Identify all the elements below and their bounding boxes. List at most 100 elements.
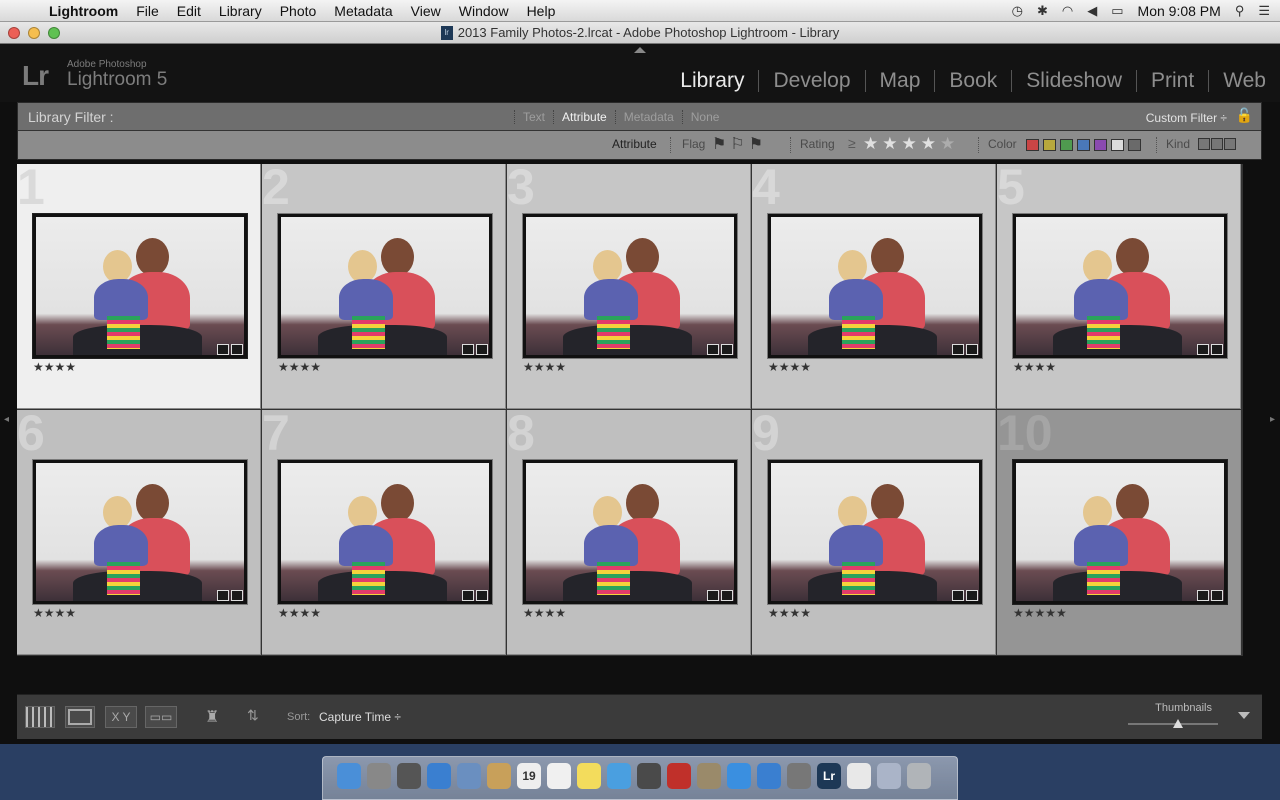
finder-icon[interactable] [337,763,361,789]
develop-adjustments-badge-icon[interactable] [476,590,488,601]
flag-unflagged-icon[interactable]: ⚐ [730,134,744,154]
develop-adjustments-badge-icon[interactable] [476,344,488,355]
rating-star-2[interactable]: ★ [882,134,897,154]
close-window-button[interactable] [8,27,20,39]
menu-metadata[interactable]: Metadata [325,3,401,19]
color-swatch-3[interactable] [1060,139,1073,151]
itunes-icon[interactable] [727,763,751,789]
color-swatch-1[interactable] [1026,139,1039,151]
grid-cell[interactable]: 10 ★★★★★ [997,410,1241,655]
app-store-icon[interactable] [757,763,781,789]
filter-tab-none[interactable]: None [681,110,728,124]
grid-cell[interactable]: 3 ★★★★ [507,164,751,409]
system-preferences-icon[interactable] [787,763,811,789]
photo-thumbnail[interactable] [767,213,983,359]
menu-file[interactable]: File [127,3,168,19]
survey-view-button[interactable]: ▭▭ [145,706,177,728]
grid-cell[interactable]: 2 ★★★★ [262,164,506,409]
grid-cell[interactable]: 1 ★★★★ [17,164,261,409]
develop-adjustments-badge-icon[interactable] [966,344,978,355]
develop-adjustments-badge-icon[interactable] [231,590,243,601]
rating-operator[interactable]: ≥ [848,135,856,151]
rating-star-4[interactable]: ★ [921,134,936,154]
develop-adjustments-badge-icon[interactable] [721,344,733,355]
loupe-view-button[interactable] [65,706,95,728]
notes-icon[interactable] [577,763,601,789]
menubar-clock[interactable]: Mon 9:08 PM [1138,3,1221,19]
menu-view[interactable]: View [402,3,450,19]
wifi-icon[interactable]: ◠ [1062,3,1073,19]
develop-adjustments-badge-icon[interactable] [231,344,243,355]
filter-tab-text[interactable]: Text [514,110,553,124]
develop-adjustments-badge-icon[interactable] [966,590,978,601]
crop-badge-icon[interactable] [1197,344,1209,355]
star-rating[interactable]: ★★★★ [523,606,566,620]
dashboard-icon[interactable] [397,763,421,789]
document-icon[interactable] [847,763,871,789]
toolbar-menu-icon[interactable] [1238,712,1250,719]
photo-thumbnail[interactable] [32,459,248,605]
right-panel-toggle-icon[interactable]: ▸ [1270,414,1275,425]
downloads-icon[interactable] [877,763,901,789]
star-rating[interactable]: ★★★★★ [1013,606,1067,620]
develop-adjustments-badge-icon[interactable] [1211,344,1223,355]
menu-help[interactable]: Help [518,3,565,19]
reminders-icon[interactable] [547,763,571,789]
crop-badge-icon[interactable] [462,344,474,355]
photo-thumbnail[interactable] [277,459,493,605]
grid-cell[interactable]: 8 ★★★★ [507,410,751,655]
volume-icon[interactable]: ◀ [1087,3,1097,19]
star-rating[interactable]: ★★★★ [768,360,811,374]
mail-icon[interactable] [457,763,481,789]
photo-thumbnail[interactable] [1012,213,1228,359]
lightroom-icon[interactable]: Lr [817,763,841,789]
develop-adjustments-badge-icon[interactable] [721,590,733,601]
star-rating[interactable]: ★★★★ [1013,360,1056,374]
grid-view-button[interactable] [25,706,55,728]
crop-badge-icon[interactable] [707,344,719,355]
module-slideshow[interactable]: Slideshow [1011,70,1136,92]
crop-badge-icon[interactable] [462,590,474,601]
photo-thumbnail[interactable] [1012,459,1228,605]
star-rating[interactable]: ★★★★ [33,360,76,374]
star-rating[interactable]: ★★★★ [278,606,321,620]
minimize-window-button[interactable] [28,27,40,39]
grid-cell[interactable]: 7 ★★★★ [262,410,506,655]
module-library[interactable]: Library [666,70,758,92]
crop-badge-icon[interactable] [1197,590,1209,601]
filter-tab-metadata[interactable]: Metadata [614,110,682,124]
color-swatch-5[interactable] [1094,139,1107,151]
contacts-icon[interactable] [487,763,511,789]
photo-thumbnail[interactable] [522,459,738,605]
painter-spray-can-icon[interactable]: ♜ [205,707,219,727]
crop-badge-icon[interactable] [707,590,719,601]
collapse-top-panel-icon[interactable] [634,47,646,53]
safari-icon[interactable] [427,763,451,789]
grid-cell[interactable]: 6 ★★★★ [17,410,261,655]
kind-virtual-copy-icon[interactable] [1211,138,1223,150]
bluetooth-icon[interactable]: ✱ [1037,3,1048,19]
rating-stars[interactable]: ★ ★ ★ ★ ★ [863,134,955,154]
module-print[interactable]: Print [1136,70,1208,92]
menu-photo[interactable]: Photo [271,3,326,19]
lock-icon[interactable]: 🔓 [1236,107,1253,124]
grid-cell[interactable]: 4 ★★★★ [752,164,996,409]
photo-thumbnail[interactable] [522,213,738,359]
launchpad-icon[interactable] [367,763,391,789]
kind-video-icon[interactable] [1224,138,1236,150]
compare-view-button[interactable]: X Y [105,706,137,728]
rating-star-5[interactable]: ★ [940,134,955,154]
calendar-icon[interactable]: 19 [517,763,541,789]
star-rating[interactable]: ★★★★ [768,606,811,620]
star-rating[interactable]: ★★★★ [33,606,76,620]
zoom-window-button[interactable] [48,27,60,39]
crop-badge-icon[interactable] [217,590,229,601]
spotlight-search-icon[interactable]: ⚲ [1235,3,1245,19]
flag-rejected-icon[interactable]: ⚑ [749,134,763,154]
notification-center-icon[interactable]: ☰ [1258,3,1270,19]
kind-master-icon[interactable] [1198,138,1210,150]
rating-star-1[interactable]: ★ [863,134,878,154]
star-rating[interactable]: ★★★★ [278,360,321,374]
sort-direction-icon[interactable]: ⇅ [247,707,259,724]
develop-adjustments-badge-icon[interactable] [1211,590,1223,601]
